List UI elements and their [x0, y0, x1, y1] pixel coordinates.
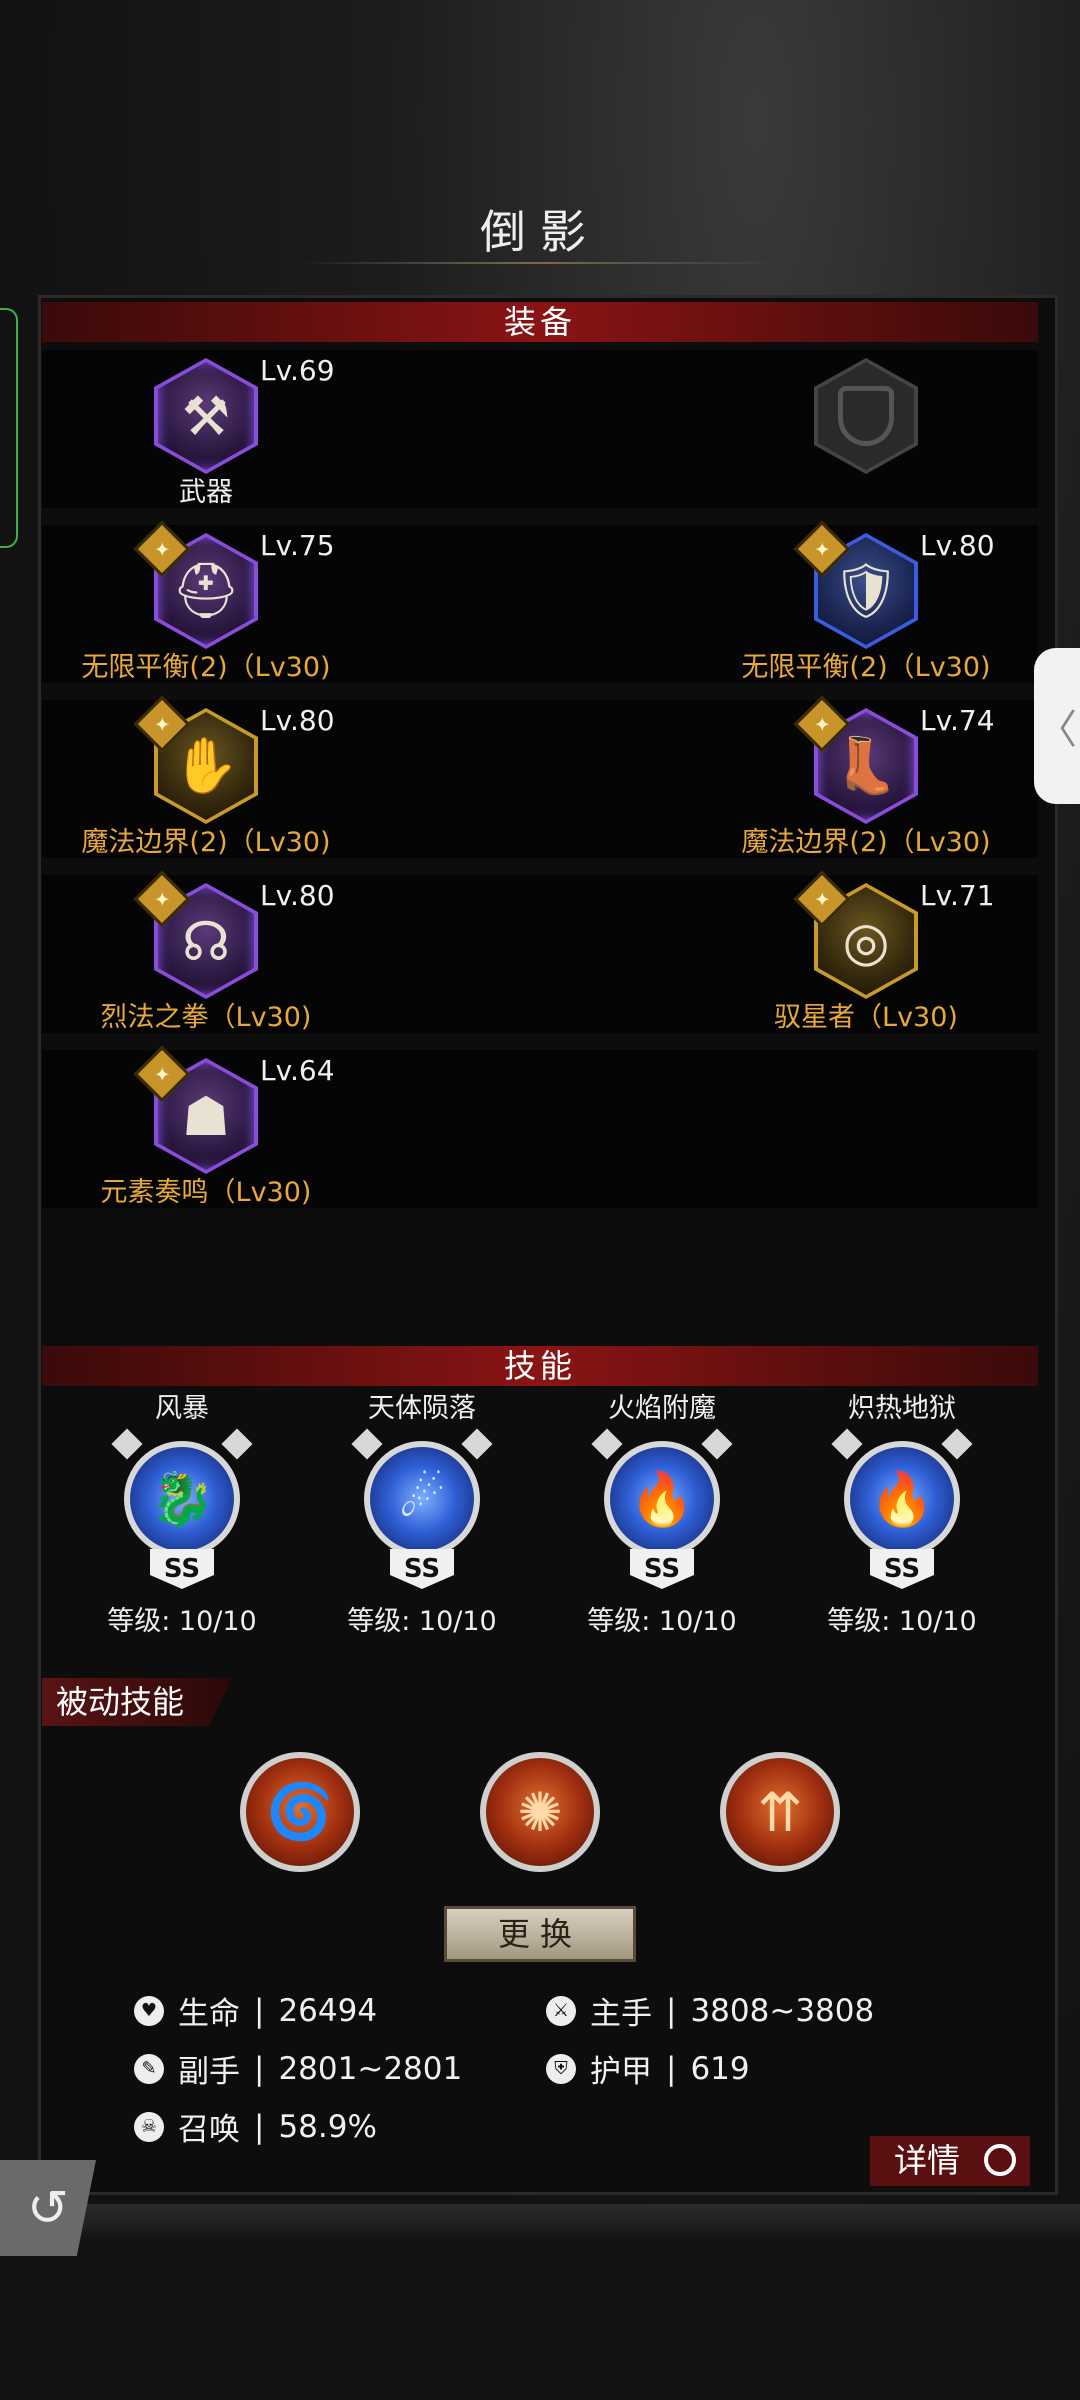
- skill-rank-badge: SS: [150, 1549, 214, 1589]
- back-arrow-icon: ↺: [27, 2179, 69, 2237]
- chevron-left-icon: 〈: [1037, 707, 1077, 753]
- equipment-row: ☗ ✦ Lv.64 元素奏鸣（Lv30): [42, 1045, 1038, 1208]
- active-skill[interactable]: 炽热地狱 🔥 SS 等级: 10/10: [792, 1386, 1012, 1638]
- equipment-slot[interactable]: [702, 350, 1042, 508]
- item-name: 元素奏鸣（Lv30): [100, 1177, 312, 1208]
- equipment-row: ☊ ✦ Lv.80 烈法之拳（Lv30) ◎ ✦ Lv.71 驭星者（Lv30): [42, 870, 1038, 1033]
- equipment-slot[interactable]: ◎ ✦ Lv.71 驭星者（Lv30): [702, 870, 1042, 1033]
- item-level: Lv.80: [920, 529, 995, 562]
- stat-separator: |: [254, 2050, 265, 2087]
- item-name: 魔法边界(2)（Lv30): [741, 827, 991, 858]
- details-button[interactable]: 详情: [870, 2136, 1030, 2186]
- item-level: Lv.71: [920, 879, 995, 912]
- skill-name: 火焰附魔: [608, 1393, 716, 1424]
- replace-button[interactable]: 更换: [444, 1906, 636, 1962]
- skill-orb-icon: ☄: [364, 1441, 480, 1557]
- stat-armor-label: 护甲: [590, 2054, 652, 2090]
- item-level: Lv.75: [260, 529, 335, 562]
- active-skill[interactable]: 火焰附魔 🔥 SS 等级: 10/10: [552, 1386, 772, 1638]
- item-level: Lv.64: [260, 1054, 335, 1087]
- stat-main-hand: ⚔ 主手 | 3808~3808: [546, 1988, 874, 2033]
- skill-level: 等级: 10/10: [107, 1606, 257, 1637]
- item-level: Lv.80: [260, 879, 335, 912]
- stat-off-hand: ✎ 副手 | 2801~2801: [134, 2046, 462, 2091]
- skill-level: 等级: 10/10: [347, 1606, 497, 1637]
- armor-icon: ⛨: [546, 2053, 576, 2084]
- stat-separator: |: [666, 2050, 677, 2087]
- stat-off-label: 副手: [178, 2054, 240, 2090]
- wand-icon: ✎: [134, 2053, 164, 2084]
- skill-name: 天体陨落: [368, 1393, 476, 1424]
- passive-skill-icon[interactable]: ⇈: [720, 1752, 840, 1872]
- skill-rank-badge: SS: [870, 1549, 934, 1589]
- skill-rank-badge: SS: [390, 1549, 454, 1589]
- stat-armor: ⛨ 护甲 | 619: [546, 2046, 750, 2091]
- active-skill[interactable]: 风暴 🐉 SS 等级: 10/10: [72, 1386, 292, 1638]
- equipment-row: ⛑ ✦ Lv.75 无限平衡(2)（Lv30) 🛡 ✦ Lv.80 无限平衡(2)（Lv30): [42, 520, 1038, 683]
- item-name: 无限平衡(2)（Lv30): [81, 652, 331, 683]
- stat-hp: ♥ 生命 | 26494: [134, 1988, 377, 2033]
- item-level: Lv.74: [920, 704, 995, 737]
- skill-orb-icon: 🔥: [604, 1441, 720, 1557]
- skill-name: 炽热地狱: [848, 1393, 956, 1424]
- skull-icon: ☠: [134, 2111, 164, 2142]
- page-title: 倒影: [480, 205, 600, 259]
- stat-hp-value: 26494: [278, 1992, 378, 2029]
- item-name: 武器: [179, 477, 233, 508]
- stat-summon: ☠ 召唤 | 58.9%: [134, 2104, 377, 2149]
- skill-level: 等级: 10/10: [827, 1606, 977, 1637]
- stat-separator: |: [254, 2108, 265, 2145]
- skill-orb-icon: 🔥: [844, 1441, 960, 1557]
- stat-separator: |: [254, 1992, 265, 2029]
- equipment-slot[interactable]: ⛑ ✦ Lv.75 无限平衡(2)（Lv30): [42, 520, 382, 683]
- item-icon: ⚒: [181, 384, 231, 448]
- stat-separator: |: [666, 1992, 677, 2029]
- item-name: 烈法之拳（Lv30): [100, 1002, 312, 1033]
- left-edge-tab[interactable]: [0, 308, 18, 548]
- equipment-row: ✋ ✦ Lv.80 魔法边界(2)（Lv30) 👢 ✦ Lv.74 魔法边界(2)（Lv30): [42, 695, 1038, 858]
- equipment-slot[interactable]: ✋ ✦ Lv.80 魔法边界(2)（Lv30): [42, 695, 382, 858]
- skill-name: 风暴: [155, 1393, 209, 1424]
- equipment-header: 装备: [42, 302, 1038, 342]
- side-drawer-tab[interactable]: 〈: [1034, 648, 1080, 804]
- skill-orb-icon: 🐉: [124, 1441, 240, 1557]
- empty-shield-icon: [838, 386, 894, 446]
- item-name: 无限平衡(2)（Lv30): [741, 652, 991, 683]
- equipment-slot[interactable]: ☗ ✦ Lv.64 元素奏鸣（Lv30): [42, 1045, 382, 1208]
- passive-skill-icon[interactable]: ✺: [480, 1752, 600, 1872]
- passive-skill-icon[interactable]: 🌀: [240, 1752, 360, 1872]
- stat-hp-label: 生命: [178, 1996, 240, 2032]
- stat-summon-value: 58.9%: [278, 2108, 377, 2145]
- equipment-slot[interactable]: ⚒ Lv.69 武器: [42, 350, 382, 508]
- title-divider: [300, 262, 780, 264]
- passive-skills-label: 被动技能: [42, 1678, 232, 1726]
- item-level: Lv.69: [260, 354, 335, 387]
- stat-main-label: 主手: [590, 1996, 652, 2032]
- heart-icon: ♥: [134, 1995, 164, 2026]
- sword-icon: ⚔: [546, 1995, 576, 2026]
- details-label: 详情: [894, 2141, 960, 2180]
- skills-header: 技能: [42, 1346, 1038, 1386]
- stat-off-value: 2801~2801: [278, 2050, 463, 2087]
- equipment-row: ⚒ Lv.69 武器: [42, 350, 1038, 508]
- active-skill[interactable]: 天体陨落 ☄ SS 等级: 10/10: [312, 1386, 532, 1638]
- stat-summon-label: 召唤: [178, 2112, 240, 2148]
- stat-main-value: 3808~3808: [690, 1992, 875, 2029]
- equipment-slot[interactable]: 👢 ✦ Lv.74 魔法边界(2)（Lv30): [702, 695, 1042, 858]
- item-name: 魔法边界(2)（Lv30): [81, 827, 331, 858]
- stat-armor-value: 619: [690, 2050, 750, 2087]
- bottom-frame: [0, 2204, 1080, 2244]
- skill-level: 等级: 10/10: [587, 1606, 737, 1637]
- item-level: Lv.80: [260, 704, 335, 737]
- item-name: 驭星者（Lv30): [774, 1002, 958, 1033]
- equipment-slot[interactable]: 🛡 ✦ Lv.80 无限平衡(2)（Lv30): [702, 520, 1042, 683]
- skill-rank-badge: SS: [630, 1549, 694, 1589]
- magnifier-icon: [984, 2144, 1016, 2176]
- equipment-slot[interactable]: ☊ ✦ Lv.80 烈法之拳（Lv30): [42, 870, 382, 1033]
